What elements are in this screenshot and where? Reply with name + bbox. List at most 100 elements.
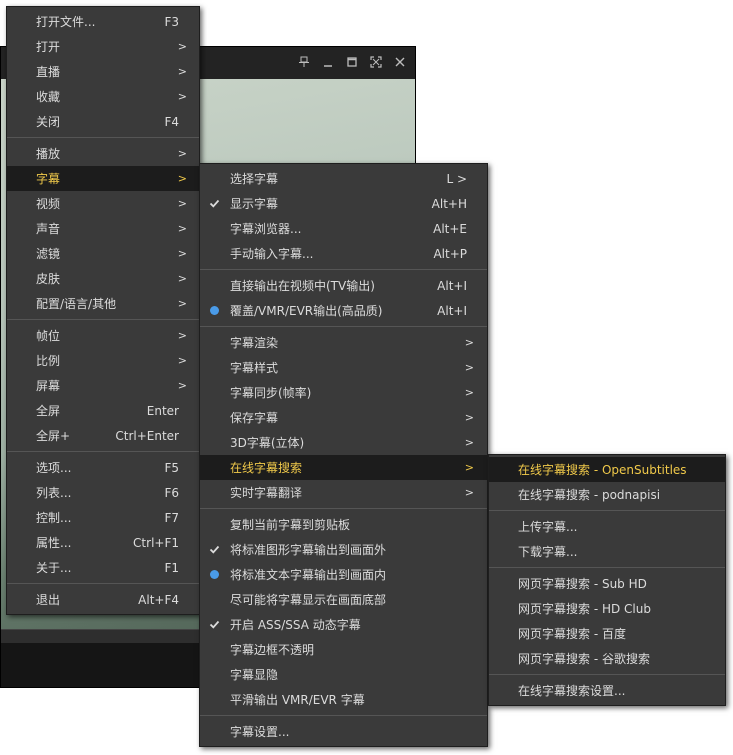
menu-item-label: 选项... (36, 461, 72, 475)
main-menu-item[interactable]: 列表... F6 (7, 480, 199, 505)
submenu-arrow-icon: > (464, 361, 474, 374)
fullscreen-icon[interactable] (369, 55, 383, 69)
main-menu-item[interactable]: 控制... F7 (7, 505, 199, 530)
subtitle-menu-item[interactable]: 3D字幕(立体) > (200, 430, 487, 455)
menu-item-label: 字幕同步(帧率) (230, 386, 312, 400)
subtitle-menu-item[interactable]: 字幕同步(帧率) > (200, 380, 487, 405)
subtitle-menu-item[interactable]: 实时字幕翻译 > (200, 480, 487, 505)
subtitle-menu-item[interactable]: 在线字幕搜索 > (200, 455, 487, 480)
main-menu-item[interactable]: 播放 > (7, 141, 199, 166)
maximize-icon[interactable] (345, 55, 359, 69)
main-menu-item[interactable]: 字幕 > (7, 166, 199, 191)
main-menu-item[interactable]: 直播 > (7, 59, 199, 84)
menu-item-shortcut: Alt+P (433, 246, 467, 261)
checkmark-icon (208, 544, 220, 556)
subtitle-menu-item[interactable]: 平滑输出 VMR/EVR 字幕 (200, 687, 487, 712)
subtitle-menu-item[interactable]: 字幕渲染 > (200, 330, 487, 355)
online-search-menu-item[interactable]: 在线字幕搜索 - OpenSubtitles (489, 457, 725, 482)
online-search-menu-item[interactable]: 上传字幕... (489, 514, 725, 539)
main-menu-item[interactable]: 视频 > (7, 191, 199, 216)
subtitle-menu-item[interactable]: 字幕显隐 (200, 662, 487, 687)
online-search-menu-item[interactable]: 在线字幕搜索设置... (489, 678, 725, 703)
subtitle-menu-item[interactable]: 字幕边框不透明 (200, 637, 487, 662)
menu-item-shortcut: F7 (164, 510, 179, 525)
subtitle-menu-item[interactable]: 开启 ASS/SSA 动态字幕 (200, 612, 487, 637)
submenu-arrow-icon: > (177, 272, 187, 285)
online-search-menu-item[interactable]: 网页字幕搜索 - 百度 (489, 621, 725, 646)
subtitle-menu-item[interactable]: 尽可能将字幕显示在画面底部 (200, 587, 487, 612)
subtitle-menu-item[interactable]: 覆盖/VMR/EVR输出(高品质) Alt+I (200, 298, 487, 323)
menu-item-label: 3D字幕(立体) (230, 436, 305, 450)
online-search-menu-item[interactable]: 网页字幕搜索 - Sub HD (489, 571, 725, 596)
menu-item-shortcut: Alt+H (431, 196, 467, 211)
main-menu-item[interactable]: 全屏 Enter (7, 398, 199, 423)
main-menu-item[interactable]: 退出 Alt+F4 (7, 587, 199, 612)
menu-item-label: 字幕设置... (230, 725, 290, 739)
menu-item-label: 在线字幕搜索 - podnapisi (518, 488, 661, 502)
menu-separator (7, 319, 199, 320)
submenu-arrow-icon: > (177, 65, 187, 78)
radio-dot-icon (208, 305, 220, 317)
menu-item-label: 屏幕 (36, 379, 61, 393)
main-menu-item[interactable]: 收藏 > (7, 84, 199, 109)
subtitle-menu-item[interactable]: 显示字幕 Alt+H (200, 191, 487, 216)
main-menu-item[interactable]: 声音 > (7, 216, 199, 241)
menu-item-label: 打开文件... (36, 15, 96, 29)
online-search-menu-item[interactable]: 网页字幕搜索 - 谷歌搜索 (489, 646, 725, 671)
submenu-arrow-icon: > (177, 90, 187, 103)
menu-item-label: 在线字幕搜索设置... (518, 684, 626, 698)
pin-icon[interactable] (297, 55, 311, 69)
subtitle-menu-item[interactable]: 手动输入字幕... Alt+P (200, 241, 487, 266)
menu-item-label: 网页字幕搜索 - HD Club (518, 602, 651, 616)
subtitle-menu-item[interactable]: 保存字幕 > (200, 405, 487, 430)
menu-item-label: 直接输出在视频中(TV输出) (230, 279, 375, 293)
subtitle-menu-item[interactable]: 复制当前字幕到剪贴板 (200, 512, 487, 537)
main-menu-item[interactable]: 滤镜 > (7, 241, 199, 266)
main-menu-item[interactable]: 屏幕 > (7, 373, 199, 398)
subtitle-menu-item[interactable]: 选择字幕 L > (200, 166, 487, 191)
submenu-arrow-icon: > (177, 247, 187, 260)
online-search-submenu: 在线字幕搜索 - OpenSubtitles 在线字幕搜索 - podnapisi… (488, 454, 726, 706)
subtitle-menu-item[interactable]: 将标准文本字幕输出到画面内 (200, 562, 487, 587)
main-menu-item[interactable]: 打开文件... F3 (7, 9, 199, 34)
online-search-menu-item[interactable]: 在线字幕搜索 - podnapisi (489, 482, 725, 507)
main-menu-item[interactable]: 帧位 > (7, 323, 199, 348)
main-menu-item[interactable]: 属性... Ctrl+F1 (7, 530, 199, 555)
subtitle-menu-item[interactable]: 将标准图形字幕输出到画面外 (200, 537, 487, 562)
submenu-arrow-icon: > (177, 197, 187, 210)
submenu-arrow-icon: > (177, 147, 187, 160)
menu-item-label: 收藏 (36, 90, 61, 104)
menu-item-label: 字幕渲染 (230, 336, 279, 350)
menu-item-shortcut: F3 (164, 14, 179, 29)
online-search-menu-item[interactable]: 下载字幕... (489, 539, 725, 564)
main-menu-item[interactable]: 打开 > (7, 34, 199, 59)
main-menu-item[interactable]: 关于... F1 (7, 555, 199, 580)
menu-item-label: 覆盖/VMR/EVR输出(高品质) (230, 304, 383, 318)
subtitle-menu-item[interactable]: 直接输出在视频中(TV输出) Alt+I (200, 273, 487, 298)
main-menu-item[interactable]: 关闭 F4 (7, 109, 199, 134)
menu-item-label: 全屏 (36, 404, 61, 418)
submenu-arrow-icon: > (464, 436, 474, 449)
menu-item-label: 控制... (36, 511, 72, 525)
subtitle-menu-item[interactable]: 字幕浏览器... Alt+E (200, 216, 487, 241)
main-menu-item[interactable]: 配置/语言/其他 > (7, 291, 199, 316)
subtitle-menu-item[interactable]: 字幕设置... (200, 719, 487, 744)
menu-item-label: 视频 (36, 197, 61, 211)
subtitle-submenu: 选择字幕 L > 显示字幕 Alt+H 字幕浏览器... Alt+E 手动输入字幕... Al… (199, 163, 488, 747)
menu-item-shortcut: Alt+I (437, 278, 467, 293)
minimize-icon[interactable] (321, 55, 335, 69)
main-menu-item[interactable]: 全屏+ Ctrl+Enter (7, 423, 199, 448)
main-menu-item[interactable]: 皮肤 > (7, 266, 199, 291)
close-icon[interactable] (393, 55, 407, 69)
subtitle-menu-item[interactable]: 字幕样式 > (200, 355, 487, 380)
main-menu-item[interactable]: 选项... F5 (7, 455, 199, 480)
menu-item-label: 字幕显隐 (230, 668, 279, 682)
menu-separator (489, 510, 725, 511)
menu-item-shortcut: Alt+I (437, 303, 467, 318)
menu-separator (7, 451, 199, 452)
menu-item-label: 关于... (36, 561, 72, 575)
menu-item-label: 下载字幕... (518, 545, 578, 559)
menu-item-label: 网页字幕搜索 - Sub HD (518, 577, 647, 591)
online-search-menu-item[interactable]: 网页字幕搜索 - HD Club (489, 596, 725, 621)
main-menu-item[interactable]: 比例 > (7, 348, 199, 373)
